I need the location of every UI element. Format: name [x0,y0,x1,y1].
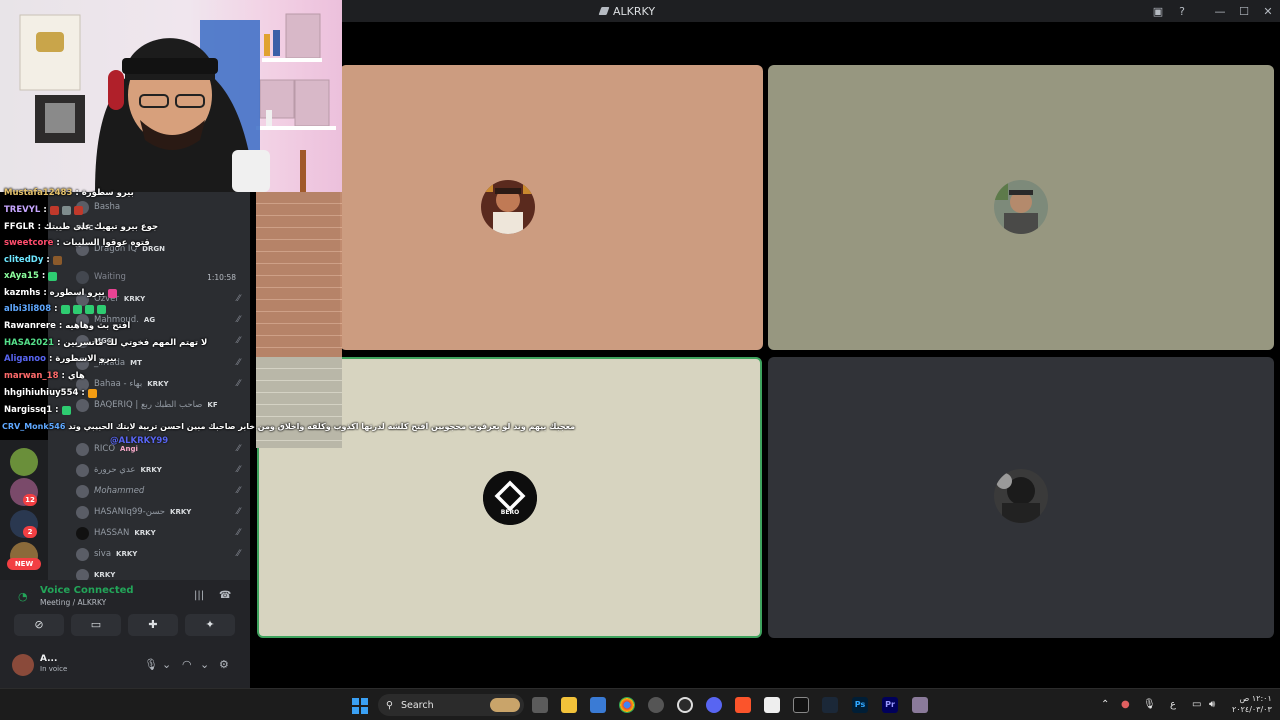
chat-line: Mustafa12483: بيرو سطورة [4,188,134,198]
inbox-icon[interactable]: ▣ [1146,5,1170,18]
voice-location[interactable]: Meeting / ALKRKY [40,598,106,607]
participant-avatar [994,180,1048,234]
avatar[interactable] [12,654,34,676]
screen-share-button[interactable]: ▭ [71,614,121,636]
clock[interactable]: ١٢:٠١ ص ٢٠٢٤/٠٣/٠٣ [1232,693,1272,715]
chat-mention: @ALKRKY99 [110,436,169,446]
window-controls: ▣ ? — ☐ ✕ [1146,0,1280,22]
network-icon[interactable]: ▭ [1192,699,1201,710]
chat-line: xAya15: [4,269,58,283]
maximize-icon[interactable]: ☐ [1232,5,1256,18]
chat-line: TREVYL: [4,203,83,217]
noise-suppression-icon[interactable]: ||| [194,590,204,601]
search-box[interactable]: ⚲ Search [378,694,524,716]
taskbar: ⚲ Search Ps Pr ⌃ ● 🎙︎ ع ▭ 🔊︎ ١٢:٠١ ص ٢٠٢… [0,688,1280,720]
chat-line: kazmhs: بيرو اسطوره [4,286,117,300]
volume-icon[interactable]: 🔊︎ [1209,699,1215,710]
participant-avatar: BERO [483,471,537,525]
participant-tile-1[interactable] [340,65,763,350]
signal-icon[interactable]: ◔ [18,590,28,603]
search-icon: ⚲ [386,699,393,711]
start-button[interactable] [352,698,368,714]
brave-icon[interactable] [735,697,751,713]
language-indicator[interactable]: ع [1170,699,1176,710]
user-status: In voice [40,665,68,673]
microphone-tray-icon[interactable]: 🎙︎ [1143,699,1156,710]
chat-line: Nargissq1: [4,403,71,417]
close-icon[interactable]: ✕ [1256,5,1280,18]
server-badge: 2 [23,526,37,538]
username[interactable]: A... [40,654,57,664]
chat-line: albi3li808: [4,302,106,316]
store-icon[interactable] [590,697,606,713]
steam-icon[interactable] [822,697,838,713]
task-view-icon[interactable] [532,697,548,713]
deafened-icon: ⁄⁄ [236,465,240,475]
deafened-icon: ⁄⁄ [236,486,240,496]
premiere-icon[interactable]: Pr [882,697,898,713]
search-highlight-icon [490,698,520,712]
tray-app-icon[interactable]: ● [1121,699,1130,710]
obs-icon[interactable] [677,697,693,713]
window-title-text: ALKRKY [613,4,656,18]
app-icon[interactable] [912,697,928,713]
stream-chat-overlay: Mustafa12483: بيرو سطورة TREVYL: FFGLR: … [0,186,250,448]
server-icon[interactable] [10,448,38,476]
screen: ALKRKY ▣ ? — ☐ ✕ BERO Basha PMC Dragon I… [0,0,1280,720]
voice-member-row[interactable]: عدي حرورة KRKY ⁄⁄ [76,461,246,479]
chat-line: FFGLR: جوع بيرو تبهيك على طيبتك [4,222,159,232]
chrome-icon[interactable] [619,697,635,713]
chevron-down-icon[interactable]: ⌄ [162,658,171,671]
clock-date: ٢٠٢٤/٠٣/٠٣ [1232,705,1272,714]
window-title: ALKRKY [598,3,656,19]
voice-connected-label[interactable]: Voice Connected [40,585,134,596]
help-icon[interactable]: ? [1170,5,1194,18]
participant-tile-2[interactable] [768,65,1274,350]
chat-line: Aliganoo: بيرو الاسطورة [4,354,117,364]
voice-member-row[interactable]: Mohammed ⁄⁄ [76,482,246,500]
activities-button[interactable]: ✚ [128,614,178,636]
new-badge: NEW [7,558,41,570]
chat-line: sweetcore: قتوه عوقوا السليبات [4,238,150,248]
capcut-icon[interactable] [793,697,809,713]
voice-member-row[interactable]: siva KRKY ⁄⁄ [76,545,246,563]
chevron-up-icon[interactable]: ⌃ [1101,699,1109,710]
streamer-webcam [0,0,342,192]
discord-icon[interactable] [706,697,722,713]
camera-toggle-button[interactable]: ⊘ [14,614,64,636]
file-explorer-icon[interactable] [561,697,577,713]
chat-line: Rawanrere: افتح بث وهاهيه [4,321,131,331]
chat-line: hhgihiuhiuy554: [4,386,97,400]
app-icon[interactable] [648,697,664,713]
participant-tile-4[interactable] [768,357,1274,638]
deafened-icon: ⁄⁄ [236,528,240,538]
participant-avatar [481,180,535,234]
voice-member-row[interactable]: HASSAN KRKY ⁄⁄ [76,524,246,542]
minimize-icon[interactable]: — [1208,5,1232,18]
participant-avatar-label: BERO [500,509,520,516]
search-label: Search [400,699,434,711]
clock-time: ١٢:٠١ ص [1239,694,1272,703]
chat-line: HASA2021: لا تهتم المهم فخوتي لك ماتسربي… [4,338,208,348]
server-logo-icon [598,7,610,15]
gear-icon[interactable]: ⚙ [219,658,229,671]
participant-avatar [994,469,1048,523]
chevron-down-icon[interactable]: ⌄ [200,658,209,671]
microphone-icon[interactable]: 🎙︎ [144,658,158,671]
chat-line: marwan_18: هاي [4,371,85,381]
headphones-icon[interactable]: ◠ [182,658,192,671]
deafened-icon: ⁄⁄ [236,507,240,517]
soundboard-button[interactable]: ✦ [185,614,235,636]
chat-long-message: CRV_Monk546 معجبك بيهم وند لو بعرفوت محج… [2,422,576,431]
voice-member-row[interactable]: HASANIq99-حسن KRKY ⁄⁄ [76,503,246,521]
server-badge: 12 [23,494,37,506]
voice-member-row[interactable]: KRKY [76,566,246,580]
deafened-icon: ⁄⁄ [236,549,240,559]
webcam-image [19,13,336,192]
stream-overlay-strip [256,357,342,448]
chat-line: clitedDy: [4,253,62,267]
photoshop-icon[interactable]: Ps [852,697,868,713]
app-icon[interactable] [764,697,780,713]
disconnect-icon[interactable]: ☎ [219,590,231,601]
